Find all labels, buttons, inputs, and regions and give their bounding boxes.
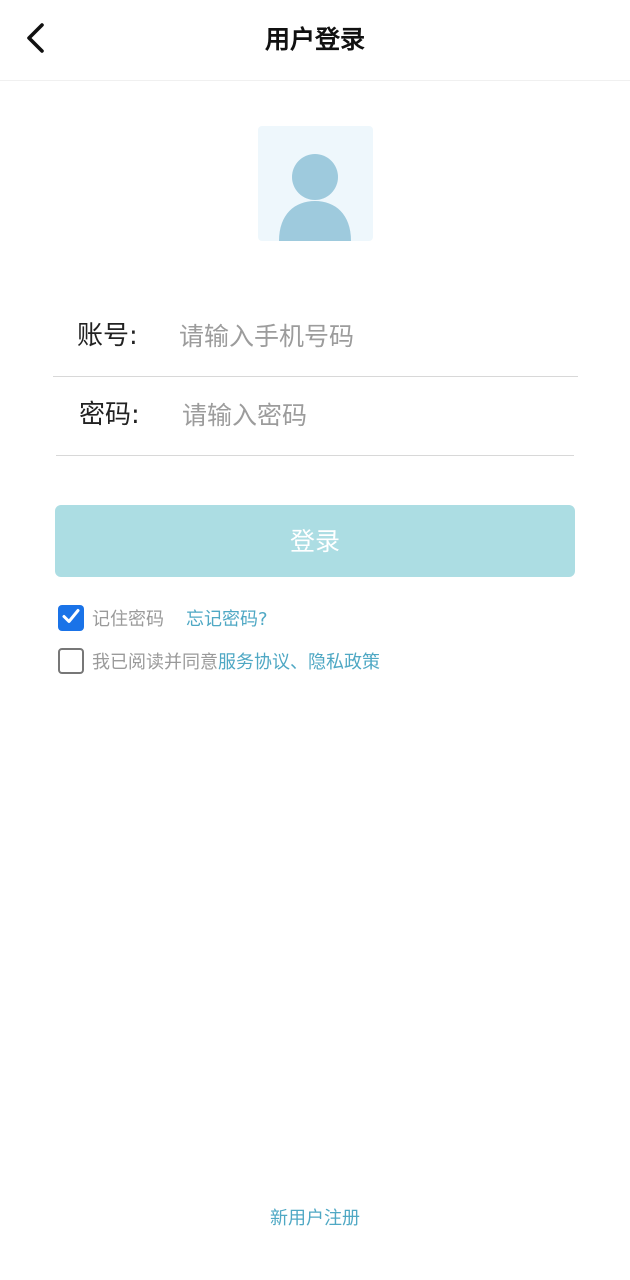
checkmark-icon <box>61 606 81 631</box>
agreement-checkbox[interactable] <box>58 648 84 674</box>
account-input[interactable] <box>177 314 561 358</box>
agreement-separator: 、 <box>290 652 308 673</box>
remember-row: 记住密码 忘记密码? <box>58 603 268 633</box>
forgot-password-link[interactable]: 忘记密码? <box>186 605 268 631</box>
service-agreement-link[interactable]: 服务协议 <box>218 648 290 674</box>
agreement-row: 我已阅读并同意 服务协议 、 隐私政策 <box>58 646 380 676</box>
user-avatar-icon <box>258 126 373 241</box>
account-row: 账号: <box>53 298 578 377</box>
password-label: 密码: <box>79 400 140 430</box>
password-input[interactable] <box>180 393 564 437</box>
remember-label: 记住密码 <box>92 609 164 630</box>
register-link[interactable]: 新用户注册 <box>0 1204 630 1230</box>
remember-checkbox[interactable] <box>58 605 84 631</box>
login-button[interactable]: 登录 <box>55 505 575 577</box>
password-row: 密码: <box>56 377 574 456</box>
avatar <box>258 126 373 241</box>
agreement-text: 我已阅读并同意 <box>92 652 218 673</box>
top-bar: 用户登录 <box>0 0 630 81</box>
privacy-policy-link[interactable]: 隐私政策 <box>308 648 380 674</box>
account-label: 账号: <box>77 321 138 351</box>
page-title: 用户登录 <box>264 25 365 54</box>
